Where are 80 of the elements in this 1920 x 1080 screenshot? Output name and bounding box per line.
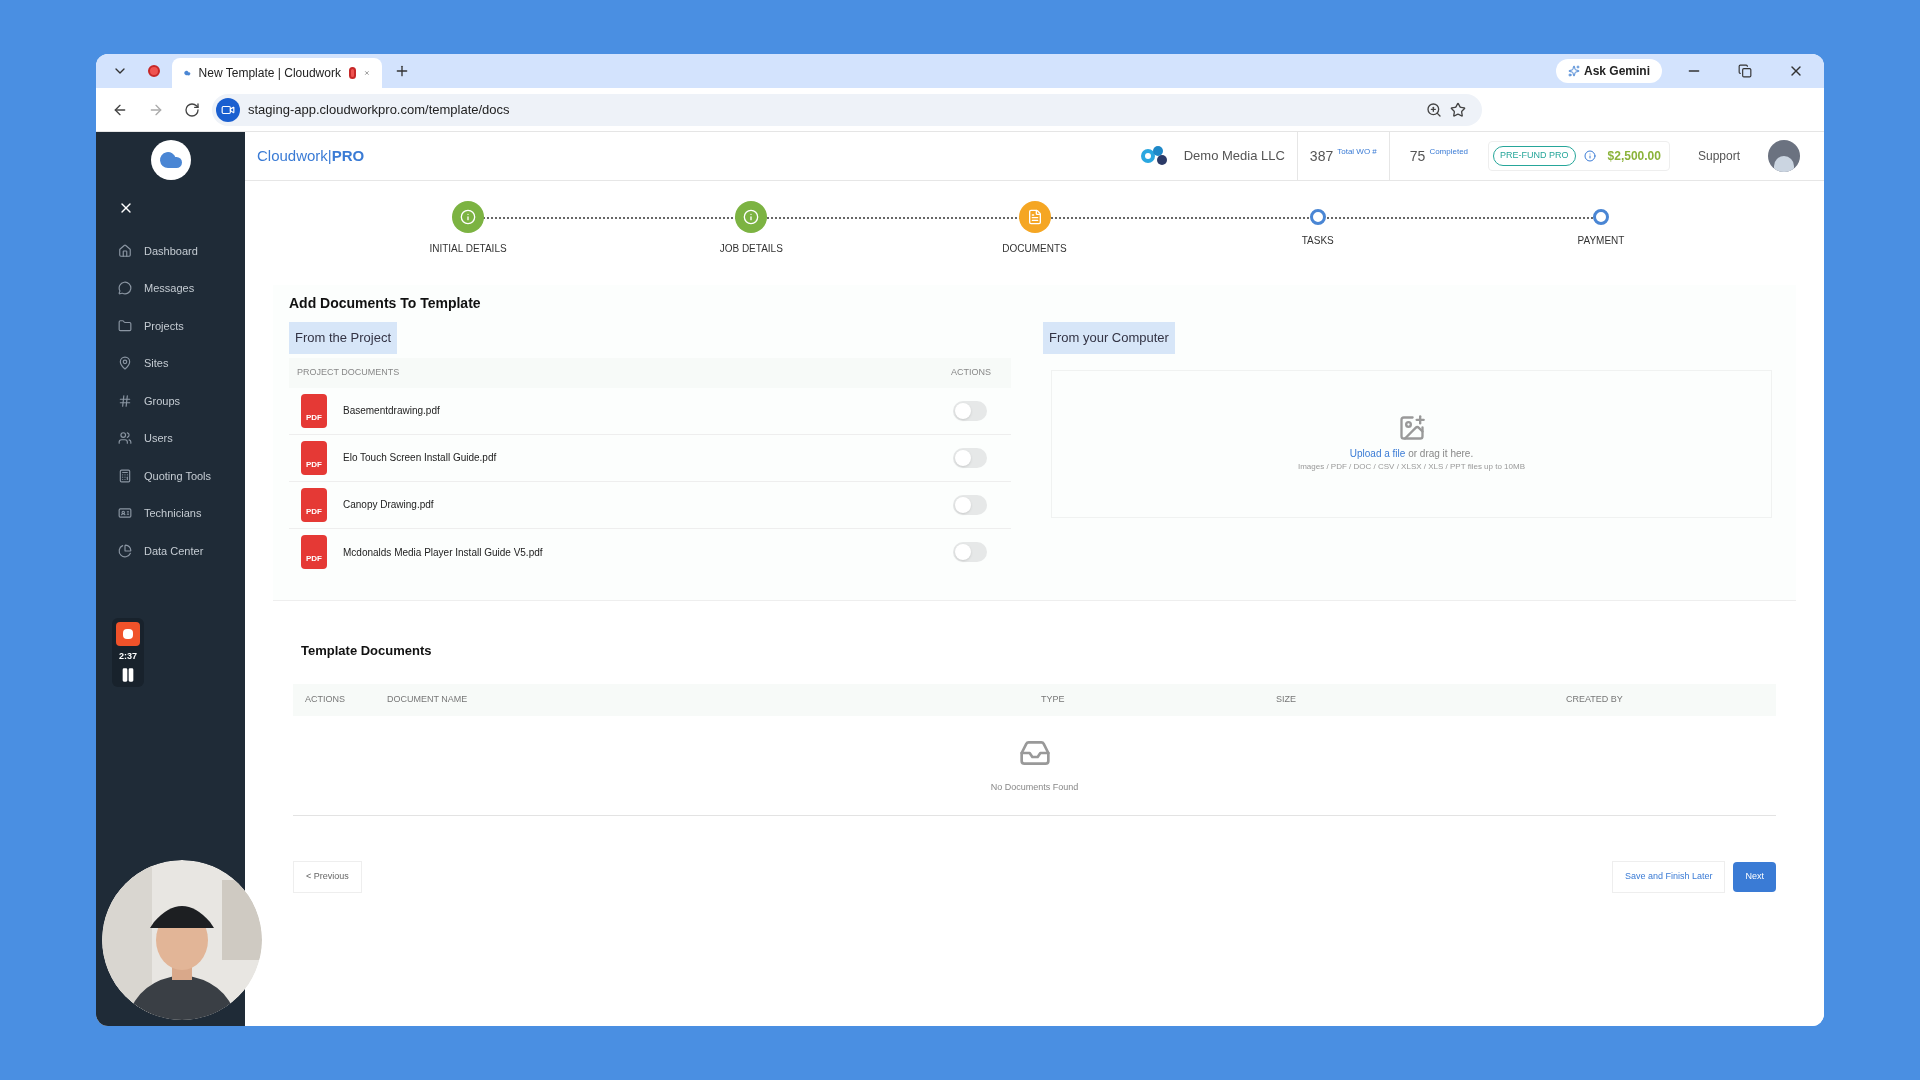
previous-button[interactable]: < Previous [293,861,362,893]
document-name: Basementdrawing.pdf [343,404,441,418]
new-tab-icon[interactable] [394,63,410,79]
info-icon[interactable] [1583,150,1596,162]
home-icon [118,243,132,258]
next-button[interactable]: Next [1733,862,1776,892]
record-icon [348,67,357,79]
total-label: Total WO # [1337,146,1377,158]
stop-record-button[interactable] [116,621,140,646]
completed-label: Completed [1429,146,1469,158]
pdf-icon: PDF [301,535,327,569]
toggle-switch[interactable] [953,447,987,468]
hash-icon [118,393,132,408]
sidebar-item[interactable]: Projects [96,307,245,345]
sidebar-item[interactable]: Quoting Tools [96,457,245,495]
document-name: Canopy Drawing.pdf [343,498,435,512]
completed-count: 75 [1409,146,1426,166]
sidebar-item[interactable]: Groups [96,382,245,420]
zoom-icon[interactable] [1426,101,1442,118]
record-icon [148,65,160,77]
pin-icon [118,356,132,371]
browser-tab[interactable]: New Template | Cloudwork [172,58,382,88]
balance: $2,500.00 [1606,148,1662,165]
column-header: ACTIONS [305,693,346,707]
project-tab[interactable]: From the Project [289,322,398,354]
recording-time: 2:37 [119,649,137,663]
star-icon[interactable] [1450,101,1466,118]
brand-logo: Cloudwork|PRO [257,145,365,166]
folder-icon [118,318,132,333]
toggle-switch[interactable] [953,542,987,562]
upload-dropzone[interactable]: Upload a file or drag it here. Images / PDF / DOC / CSV / XLSX / XLS / PPT files up to 10MB [1051,369,1772,518]
reload-icon[interactable] [184,101,200,118]
section-title: Add Documents To Template [289,294,482,313]
upload-hint: Images / PDF / DOC / CSV / XLSX / XLS / PPT files up to 10MB [1297,461,1525,473]
step-label: JOB DETAILS [719,242,783,256]
pdf-icon: PDF [301,487,327,522]
column-header: ACTIONS [951,365,991,379]
toggle-switch[interactable] [953,400,987,421]
ask-gemini-button[interactable]: Ask Gemini [1555,59,1662,83]
support-link[interactable]: Support [1697,147,1740,165]
image-upload-icon [1397,414,1426,442]
sparkle-icon [1567,65,1580,77]
pdf-icon: PDF [301,393,327,428]
column-header: TYPE [1041,693,1066,707]
total-count: 387 [1309,146,1334,166]
restore-icon[interactable] [1738,64,1752,78]
step-label: DOCUMENTS [1002,242,1067,256]
toggle-switch[interactable] [953,494,987,515]
sidebar-item[interactable]: Messages [96,269,245,307]
id-card-icon [118,506,132,521]
document-name: Elo Touch Screen Install Guide.pdf [343,451,498,465]
pdf-icon: PDF [301,440,327,475]
pause-icon[interactable] [120,667,136,683]
empty-message: No Documents Found [990,780,1079,794]
company-name: Demo Media LLC [1183,147,1285,166]
step-label: PAYMENT [1577,234,1625,248]
section-title: Template Documents [301,641,433,660]
save-later-button[interactable]: Save and Finish Later [1611,861,1726,893]
address-field[interactable]: staging-app.cloudworkpro.com/template/docs [212,93,1482,126]
avatar[interactable] [1768,140,1800,172]
calculator-icon [118,468,132,483]
users-icon [118,431,132,446]
logo-icon [150,140,191,180]
computer-tab[interactable]: From your Computer [1043,322,1175,354]
pie-chart-icon [118,543,132,558]
step-label: INITIAL DETAILS [429,242,507,256]
sidebar-item[interactable]: Data Center [96,532,245,570]
sidebar-item[interactable]: Technicians [96,494,245,532]
sidebar-item[interactable]: Dashboard [96,232,245,270]
column-header: CREATED BY [1566,693,1624,707]
document-name: Mcdonalds Media Player Install Guide V5.pdf [343,545,544,560]
column-header: PROJECT DOCUMENTS [297,365,400,379]
step-label: TASKS [1301,234,1334,248]
column-header: SIZE [1276,693,1297,707]
camera-icon[interactable] [216,97,240,122]
column-header: DOCUMENT NAME [387,693,469,707]
sidebar-item[interactable]: Sites [96,344,245,382]
sidebar-item[interactable]: Users [96,419,245,457]
chat-icon [118,281,132,296]
upload-text: Upload a file or drag it here. [1349,447,1474,461]
